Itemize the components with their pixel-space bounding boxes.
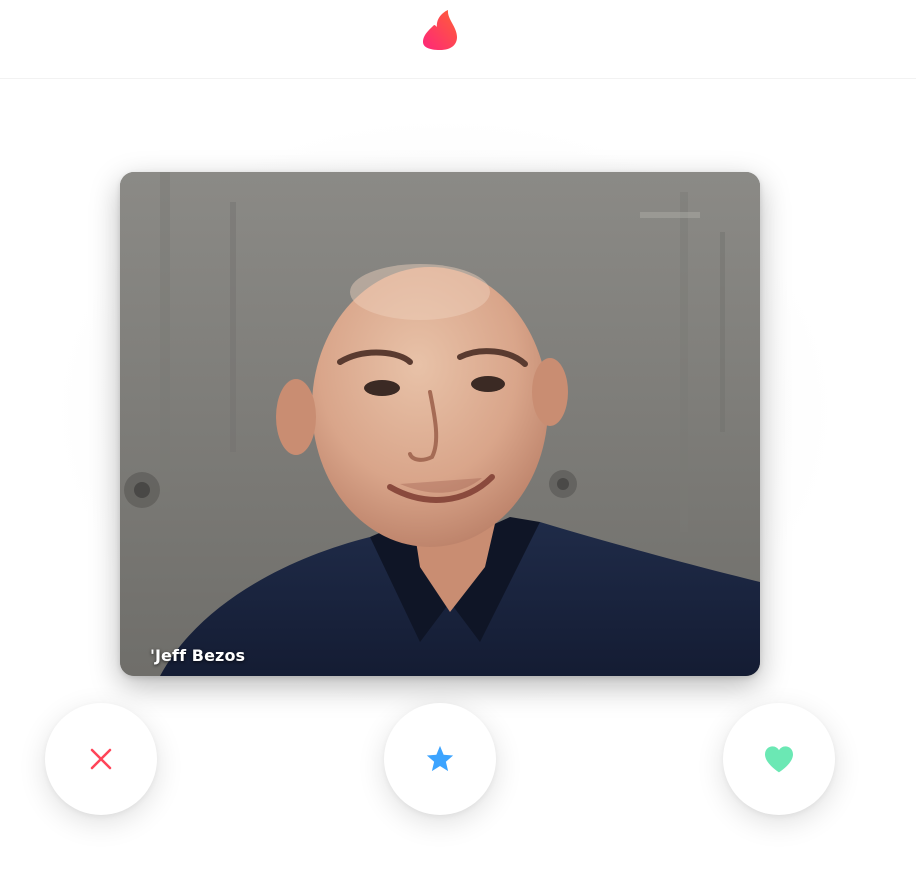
app-header [0,0,916,79]
like-button[interactable] [723,703,835,815]
close-icon [90,748,112,770]
nope-button[interactable] [45,703,157,815]
profile-card[interactable]: 'Jeff Bezos [120,172,760,676]
super-like-button[interactable] [384,703,496,815]
heart-icon [765,746,793,773]
app-window: 'Jeff Bezos [0,0,916,891]
profile-photo [120,172,760,676]
star-icon [426,745,454,772]
flame-icon[interactable] [420,8,460,50]
profile-name: 'Jeff Bezos [150,646,246,665]
